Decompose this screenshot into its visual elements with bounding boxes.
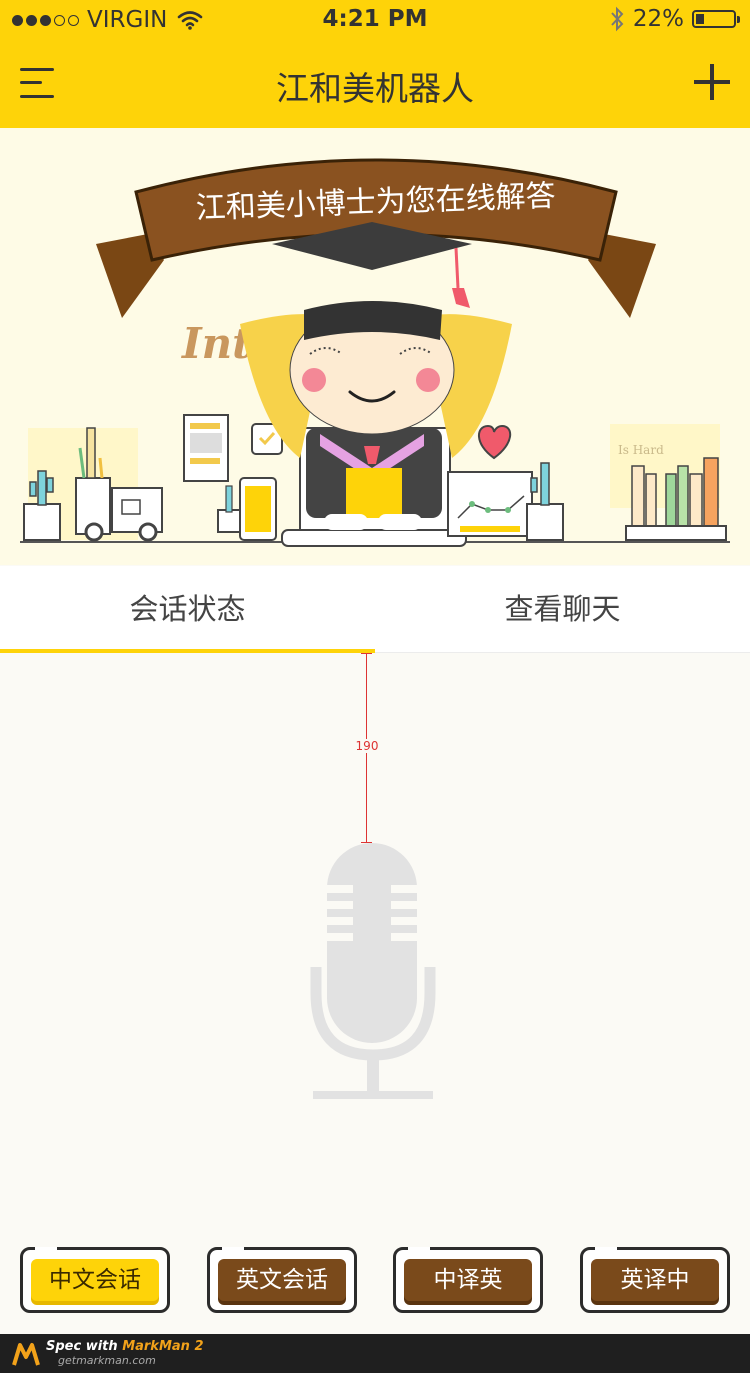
markman-logo-icon <box>12 1343 40 1366</box>
mode-button-row: 中文会话 英文会话 中译英 英译中 <box>0 1247 750 1315</box>
microphone-icon[interactable] <box>310 843 436 1101</box>
page-title: 江和美机器人 <box>276 69 474 108</box>
status-bar: VIRGIN 4:21 PM 22% <box>0 0 750 40</box>
tab-bar: 会话状态 查看聊天 <box>0 566 750 653</box>
english-to-chinese-label: 英译中 <box>591 1259 719 1301</box>
bluetooth-icon <box>611 6 624 32</box>
tab-conversation-status[interactable]: 会话状态 <box>0 566 375 652</box>
chinese-conversation-label: 中文会话 <box>31 1259 159 1301</box>
hero-illustration: Is Hard 江和美小博士为您在线解答 Inte ot <box>0 128 750 565</box>
english-conversation-button[interactable]: 英文会话 <box>207 1247 357 1313</box>
plus-icon[interactable] <box>694 64 730 100</box>
tab-view-chat[interactable]: 查看聊天 <box>375 566 750 652</box>
navigation-bar: 江和美机器人 <box>0 40 750 128</box>
english-conversation-label: 英文会话 <box>218 1259 346 1301</box>
chinese-to-english-button[interactable]: 中译英 <box>393 1247 543 1313</box>
battery-percent: 22% <box>632 6 684 32</box>
markman-url: getmarkman.com <box>58 1354 156 1367</box>
english-to-chinese-button[interactable]: 英译中 <box>580 1247 730 1313</box>
markman-footer: Spec with MarkMan 2 getmarkman.com <box>0 1334 750 1373</box>
book-text: Is Hard <box>618 443 664 457</box>
chinese-to-english-label: 中译英 <box>404 1259 532 1301</box>
spec-measure-label: 190 <box>348 739 386 753</box>
markman-brand: Spec with MarkMan 2 <box>46 1339 204 1354</box>
spec-measure-cap-top <box>361 653 372 654</box>
chinese-conversation-button[interactable]: 中文会话 <box>20 1247 170 1313</box>
status-right: 22% <box>609 6 740 32</box>
robot-illustration: Is Hard 江和美小博士为您在线解答 Inte ot <box>20 158 730 547</box>
battery-icon <box>692 10 740 28</box>
